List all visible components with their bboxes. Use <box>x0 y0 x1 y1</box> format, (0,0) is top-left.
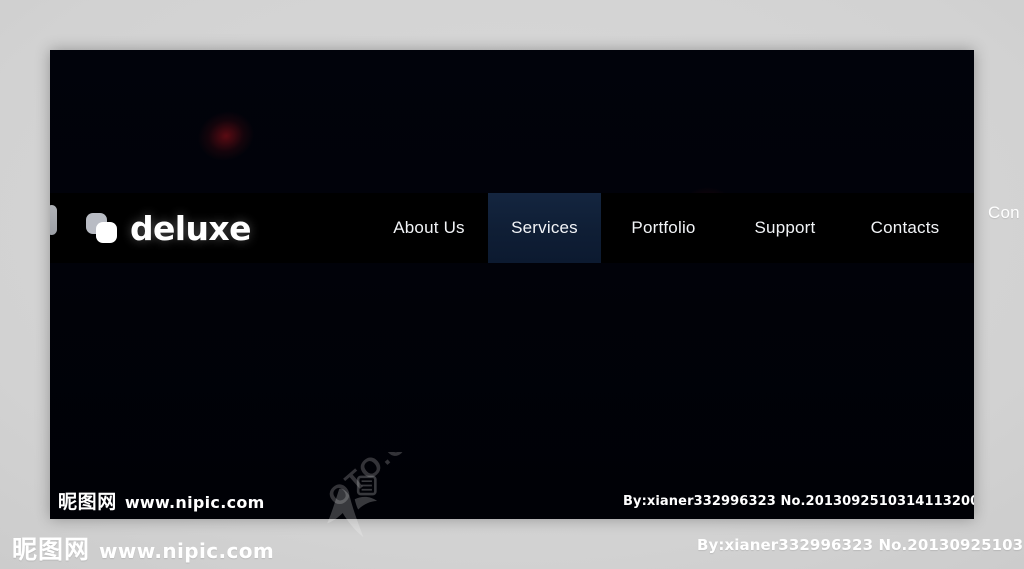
nav-overflow-ghost-label: Con <box>988 203 1020 222</box>
watermark-site-url: www.nipic.com <box>124 493 265 512</box>
nav-item-portfolio[interactable]: Portfolio <box>601 193 726 263</box>
watermark-credit-inside: By:xianer332996323 No.201309251031411320… <box>623 494 974 509</box>
nav-item-contacts[interactable]: Contacts <box>844 193 966 263</box>
nav-item-about-us[interactable]: About Us <box>370 193 488 263</box>
hero-red-glow-left <box>191 104 261 168</box>
website-preview-panel: deluxe About Us Services Portfolio Suppo… <box>50 50 974 519</box>
deluxe-logo-icon <box>86 213 119 243</box>
logo-square-front <box>96 222 117 243</box>
nav-item-support[interactable]: Support <box>726 193 844 263</box>
brand-name: deluxe <box>130 208 251 248</box>
site-header: deluxe About Us Services Portfolio Suppo… <box>50 193 974 263</box>
watermark-nipic-inside: 昵图网 www.nipic.com <box>58 487 265 514</box>
main-navigation: About Us Services Portfolio Support Cont… <box>370 193 966 263</box>
logo-edge-bleed-shape <box>50 205 57 235</box>
nav-item-services[interactable]: Services <box>488 193 601 263</box>
brand-logo-link[interactable]: deluxe <box>86 193 251 263</box>
watermark-site-name-cn: 昵图网 <box>58 491 117 513</box>
